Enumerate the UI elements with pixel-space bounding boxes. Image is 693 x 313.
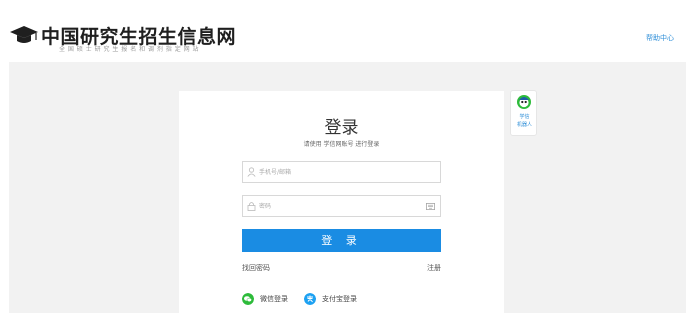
user-icon bbox=[247, 167, 256, 177]
password-field[interactable] bbox=[242, 195, 441, 217]
robot-label-line2: 机器人 bbox=[516, 122, 532, 128]
wechat-login-button[interactable]: 微信登录 bbox=[242, 292, 288, 306]
login-tip: 请使用 学信网账号 进行登录 bbox=[303, 141, 380, 148]
alipay-icon bbox=[304, 293, 316, 305]
login-title: 登录 bbox=[324, 118, 359, 138]
robot-label-line1: 学信 bbox=[519, 114, 530, 120]
graduation-cap-icon bbox=[10, 26, 38, 43]
alipay-login-label: 支付宝登录 bbox=[322, 295, 357, 303]
login-card: 登录 请使用 学信网账号 进行登录 登 录 找回密码 注册 微信登录 bbox=[179, 91, 504, 313]
register-link[interactable]: 注册 bbox=[427, 263, 441, 273]
username-input[interactable] bbox=[259, 162, 419, 182]
robot-assistant-button[interactable]: 学信 机器人 bbox=[510, 90, 537, 136]
wechat-login-label: 微信登录 bbox=[260, 295, 288, 303]
wechat-icon bbox=[242, 293, 254, 305]
forgot-password-link[interactable]: 找回密码 bbox=[242, 263, 270, 273]
password-input[interactable] bbox=[259, 196, 419, 216]
lock-icon bbox=[247, 202, 256, 211]
robot-icon bbox=[517, 95, 531, 109]
username-field[interactable] bbox=[242, 161, 441, 183]
keyboard-icon[interactable] bbox=[426, 203, 435, 210]
help-center-link[interactable]: 帮助中心 bbox=[646, 33, 674, 43]
alipay-login-button[interactable]: 支付宝登录 bbox=[304, 292, 357, 306]
site-subtitle: 全国硕士研究生报名和调剂指定网站 bbox=[59, 46, 202, 53]
site-header: 中国研究生招生信息网 全国硕士研究生报名和调剂指定网站 帮助中心 bbox=[0, 0, 693, 62]
login-button[interactable]: 登 录 bbox=[242, 229, 441, 252]
